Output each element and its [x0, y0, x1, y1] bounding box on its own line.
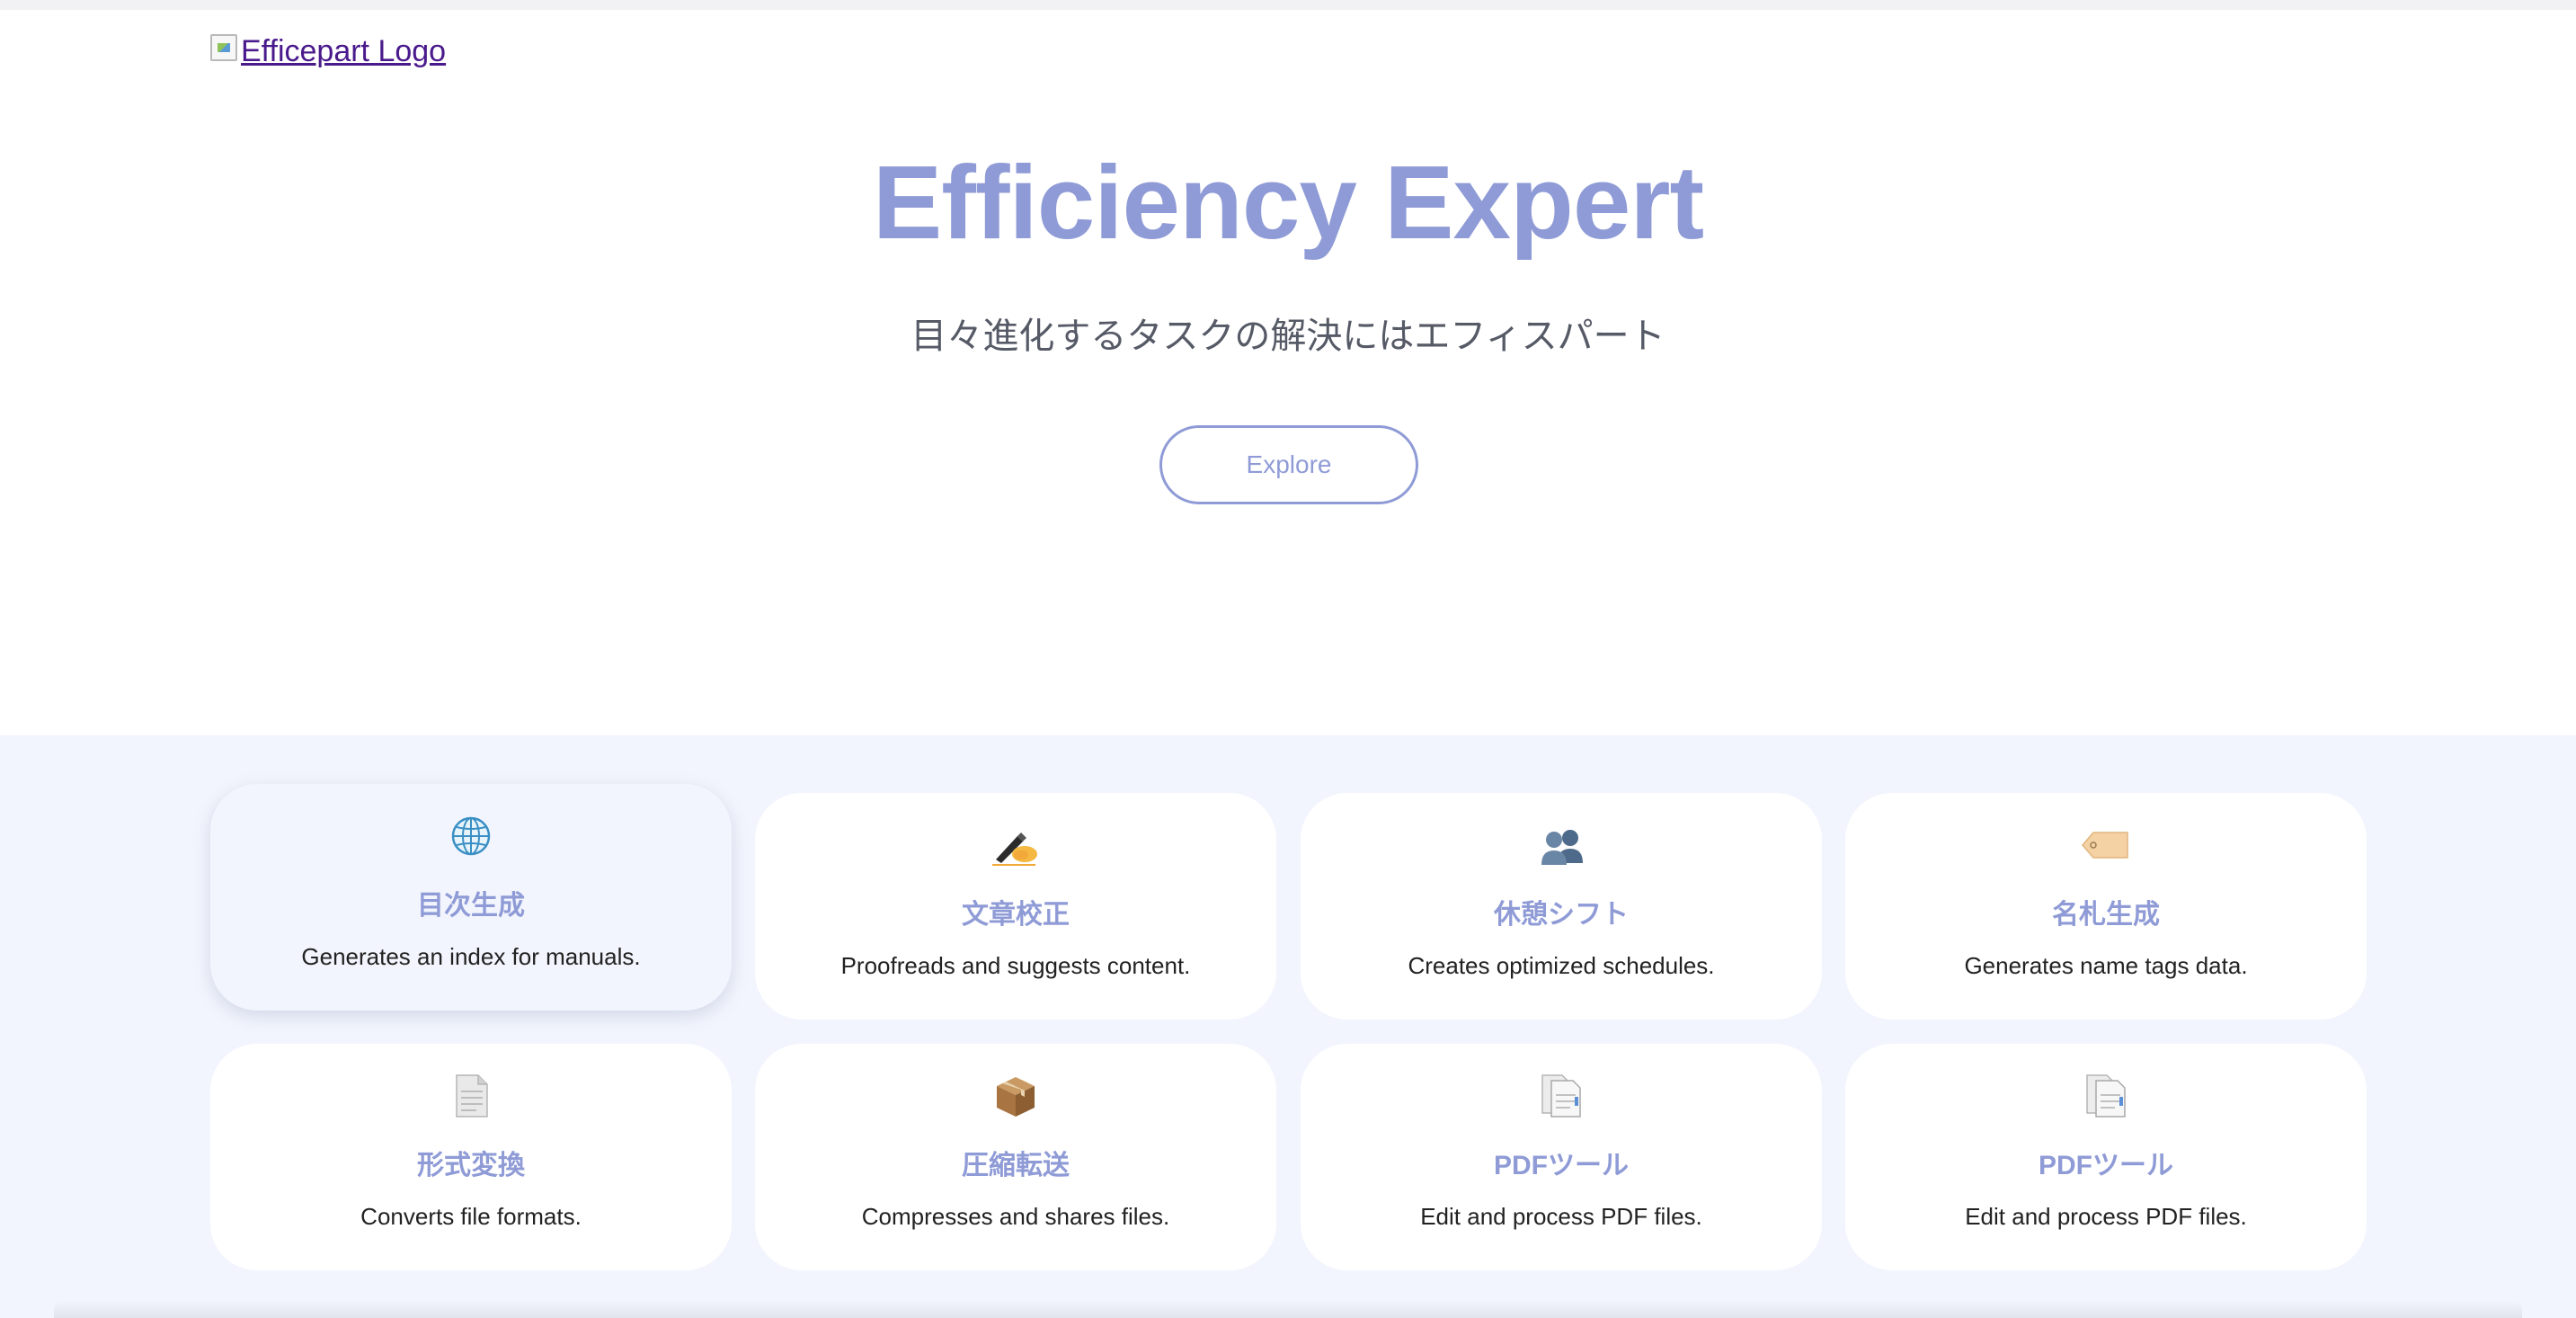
tool-description: Generates name tags data.: [1964, 952, 2248, 979]
hero-subtitle: 目々進化するタスクの解決にはエフィスパート: [910, 316, 1666, 356]
tool-title: 目次生成: [417, 891, 525, 921]
bottom-shadow: [54, 1300, 2522, 1318]
tool-card-compress[interactable]: 圧縮転送 Compresses and shares files.: [755, 1044, 1276, 1270]
tool-card-pdf-2[interactable]: PDFツール Edit and process PDF files.: [1845, 1044, 2367, 1270]
tool-title: 名札生成: [2052, 900, 2160, 930]
tool-title: PDFツール: [2039, 1151, 2173, 1180]
tool-description: Proofreads and suggests content.: [840, 952, 1191, 979]
tool-card-nametag[interactable]: 名札生成 Generates name tags data.: [1845, 793, 2367, 1020]
browser-top-strip: [0, 0, 2576, 10]
tool-card-shift[interactable]: 休憩シフト Creates optimized schedules.: [1301, 793, 1822, 1020]
tag-icon: [1845, 820, 2367, 870]
tool-title: 休憩シフト: [1494, 900, 1629, 930]
tool-description: Generates an index for manuals.: [301, 943, 641, 970]
people-icon: [1301, 820, 1822, 870]
tool-description: Edit and process PDF files.: [1965, 1203, 2247, 1230]
tool-description: Converts file formats.: [360, 1203, 582, 1230]
logo-link[interactable]: Efficepart Logo: [210, 34, 447, 68]
logo-alt-text: Efficepart Logo: [241, 34, 447, 68]
tool-title: 形式変換: [417, 1151, 525, 1180]
pdf-document-icon: [1845, 1071, 2367, 1121]
pdf-document-icon: [1301, 1071, 1822, 1121]
document-icon: [210, 1071, 732, 1121]
writing-hand-icon: [755, 820, 1276, 870]
package-icon: [755, 1071, 1276, 1121]
tool-description: Edit and process PDF files.: [1420, 1203, 1702, 1230]
tool-title: PDFツール: [1494, 1151, 1629, 1180]
tool-description: Creates optimized schedules.: [1408, 952, 1715, 979]
tool-card-pdf-1[interactable]: PDFツール Edit and process PDF files.: [1301, 1044, 1822, 1270]
tools-section: 目次生成 Generates an index for manuals. 文章校…: [0, 735, 2576, 1318]
tool-card-index[interactable]: 目次生成 Generates an index for manuals.: [210, 784, 732, 1011]
hero-title: Efficiency Expert: [872, 144, 1704, 261]
explore-button[interactable]: Explore: [1159, 425, 1418, 504]
globe-icon: [210, 811, 732, 861]
tool-title: 文章校正: [962, 900, 1070, 930]
broken-image-icon: [210, 34, 237, 61]
tool-description: Compresses and shares files.: [861, 1203, 1170, 1230]
tool-title: 圧縮転送: [962, 1151, 1070, 1180]
tool-card-convert[interactable]: 形式変換 Converts file formats.: [210, 1044, 732, 1270]
tool-card-proofread[interactable]: 文章校正 Proofreads and suggests content.: [755, 793, 1276, 1020]
